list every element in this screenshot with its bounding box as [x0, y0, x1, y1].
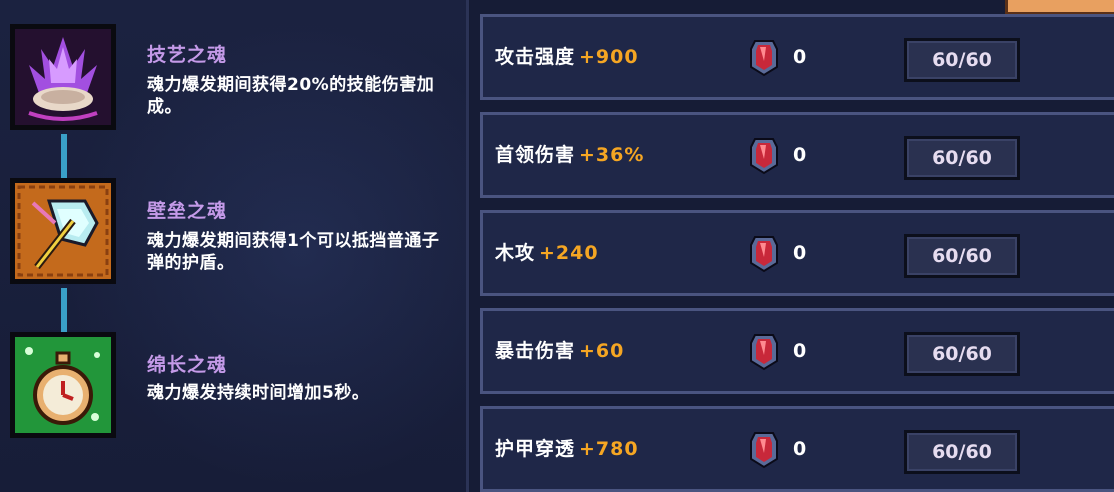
stat-row[interactable]: 暴击伤害 +60 0 60/60	[480, 308, 1114, 394]
soul-description: 魂力爆发期间获得20%的技能伤害加成。	[147, 75, 435, 117]
gem-count: 0	[793, 340, 807, 362]
stat-bonus: +780	[579, 438, 639, 460]
gem-count: 0	[793, 242, 807, 264]
level-box[interactable]: 60/60	[904, 430, 1020, 474]
gem-count: 0	[793, 438, 807, 460]
shield-axe-icon[interactable]	[10, 178, 116, 284]
stat-bonus: +60	[579, 340, 625, 362]
purple-crystal-icon[interactable]	[10, 24, 116, 130]
soul-description: 魂力爆发期间获得1个可以抵挡普通子弹的护盾。	[147, 231, 440, 273]
tab-indicator[interactable]	[1005, 0, 1114, 15]
panel-divider	[466, 0, 469, 492]
stat-row[interactable]: 木攻 +240 0 60/60	[480, 210, 1114, 296]
stat-bonus: +36%	[579, 144, 645, 166]
gem-icon	[750, 138, 778, 175]
stat-name-text: 攻击强度	[495, 46, 576, 68]
soul-panel: 技艺之魂 魂力爆发期间获得20%的技能伤害加成。 壁垒之魂 魂力爆发期间获得1个…	[0, 0, 468, 492]
stat-row[interactable]: 首领伤害 +36% 0 60/60	[480, 112, 1114, 198]
stat-name-text: 首领伤害	[495, 144, 576, 166]
stat-label: 暴击伤害 +60	[495, 311, 624, 391]
stat-label: 木攻 +240	[495, 213, 599, 293]
gem-icon	[750, 40, 778, 77]
stat-row[interactable]: 护甲穿透 +780 0 60/60	[480, 406, 1114, 492]
stat-bonus: +240	[539, 242, 599, 264]
stat-name-text: 木攻	[495, 242, 536, 264]
gem-count: 0	[793, 46, 807, 68]
soul-description: 魂力爆发持续时间增加5秒。	[147, 383, 370, 403]
stat-row[interactable]: 攻击强度 +900 0 60/60	[480, 14, 1114, 100]
stopwatch-icon[interactable]	[10, 332, 116, 438]
soul-title: 绵长之魂	[147, 354, 228, 376]
level-box[interactable]: 60/60	[904, 136, 1020, 180]
stat-bonus: +900	[579, 46, 639, 68]
level-box[interactable]: 60/60	[904, 234, 1020, 278]
level-box[interactable]: 60/60	[904, 332, 1020, 376]
gem-icon	[750, 236, 778, 273]
soul-title: 技艺之魂	[147, 44, 228, 66]
soul-connector	[61, 288, 67, 332]
gem-icon	[750, 432, 778, 469]
stat-name-text: 护甲穿透	[495, 438, 576, 460]
gem-count: 0	[793, 144, 807, 166]
stat-label: 护甲穿透 +780	[495, 409, 639, 489]
soul-title: 壁垒之魂	[147, 200, 228, 222]
soul-connector	[61, 134, 67, 178]
stat-label: 首领伤害 +36%	[495, 115, 644, 195]
stat-label: 攻击强度 +900	[495, 17, 639, 97]
level-box[interactable]: 60/60	[904, 38, 1020, 82]
gem-icon	[750, 334, 778, 371]
stat-name-text: 暴击伤害	[495, 340, 576, 362]
stats-panel: 攻击强度 +900 0 60/60 首领伤害 +36% 0 60/60 木攻 +240	[470, 0, 1114, 492]
